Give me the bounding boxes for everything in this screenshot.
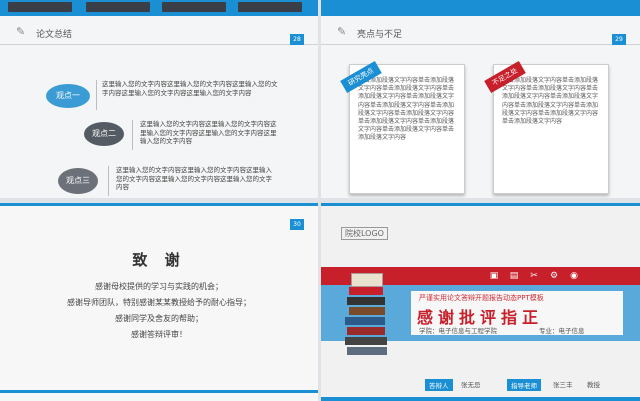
highlight-card: 单击添加段落文字内容单击添加段落文字内容单击添加段落文字内容单击添加段落文字内容… [349,64,465,194]
slide-highlights: ✎ 亮点与不足 29 单击添加段落文字内容单击添加段落文字内容单击添加段落文字内… [321,0,640,198]
top-strip [0,0,318,16]
page-number: 30 [290,219,304,230]
point-text: 这里输入您的文字内容这里输入您的文字内容这里输入您的文字内容这里输入您的文字内容… [102,80,278,97]
tab-pill [86,2,150,12]
slide-header: ✎ 论文总结 28 [0,22,318,45]
advisor-name: 张三丰 [553,381,573,389]
subtitle: 严谨实用论文答辩开题报告动态PPT模板 [419,294,544,302]
point-bubble: 观点二 [84,122,124,146]
tools-icon: ✂ [530,271,538,281]
slide-thanks: 30 致 谢 感谢母校提供的学习与实践的机会； 感谢导师团队，特别感谢某某教授给… [0,203,318,401]
book-icon: ▣ [489,271,499,281]
shortcoming-card: 单击添加段落文字内容单击添加段落文字内容单击添加段落文字内容单击添加段落文字内容… [493,64,609,194]
pen-icon: ✎ [337,25,347,38]
point-bubble: 观点一 [46,84,90,108]
advisor-title: 教授 [587,381,600,389]
slide-title: 亮点与不足 [357,30,403,40]
presenter-tag: 答辩人 [425,379,453,391]
tab-pill [8,2,72,12]
slide-summary: ✎ 论文总结 28 观点一 这里输入您的文字内容这里输入您的文字内容这里输入您的… [0,0,318,198]
page-number: 28 [290,34,304,45]
pen-icon: ✎ [16,25,26,38]
card-text: 单击添加段落文字内容单击添加段落文字内容单击添加段落文字内容单击添加段落文字内容… [358,77,455,142]
divider [96,80,97,110]
slide-title: 论文总结 [36,30,73,40]
slide-closing: 院校LOGO ▣ ▤ ✂ ⚙ ◉ 严谨实用论文答辩开题报告动态PPT模板 感谢批… [321,203,640,401]
thanks-line: 感谢导师团队，特别感谢某某教授给予的耐心指导； [67,298,251,307]
school-logo: 院校LOGO [341,227,388,240]
gear-icon: ⚙ [549,271,559,281]
bottom-line [321,397,640,401]
page-number: 29 [612,34,626,45]
divider [108,166,109,196]
thanks-line: 感谢母校提供的学习与实践的机会； [95,282,223,291]
top-strip [321,0,640,16]
divider [132,120,133,150]
major-label: 专业：电子信息 [539,327,585,335]
thanks-title: 致 谢 [132,251,186,269]
thanks-line: 感谢同学及舍友的帮助； [115,314,203,323]
card-text: 单击添加段落文字内容单击添加段落文字内容单击添加段落文字内容单击添加段落文字内容… [502,77,599,126]
tab-pill [238,2,302,12]
slide-header: ✎ 亮点与不足 29 [321,22,640,45]
top-strip [321,203,640,206]
globe-icon: ◉ [570,271,578,281]
top-strip [0,203,318,206]
books-illustration [345,273,389,357]
tab-pill [162,2,226,12]
advisor-tag: 指导老师 [507,379,541,391]
bottom-line [0,390,318,393]
point-text: 这里输入您的文字内容这里输入您的文字内容这里输入您的文字内容这里输入您的文字内容… [140,120,277,145]
presenter-name: 张无忌 [461,381,481,389]
point-text: 这里输入您的文字内容这里输入您的文字内容这里输入您的文字内容这里输入您的文字内容… [116,166,272,191]
thanks-line: 感谢答辩评审！ [131,330,187,339]
point-bubble: 观点三 [58,168,98,194]
chart-icon: ▤ [509,271,519,281]
school-label: 学院：电子信息与工程学院 [419,327,497,335]
